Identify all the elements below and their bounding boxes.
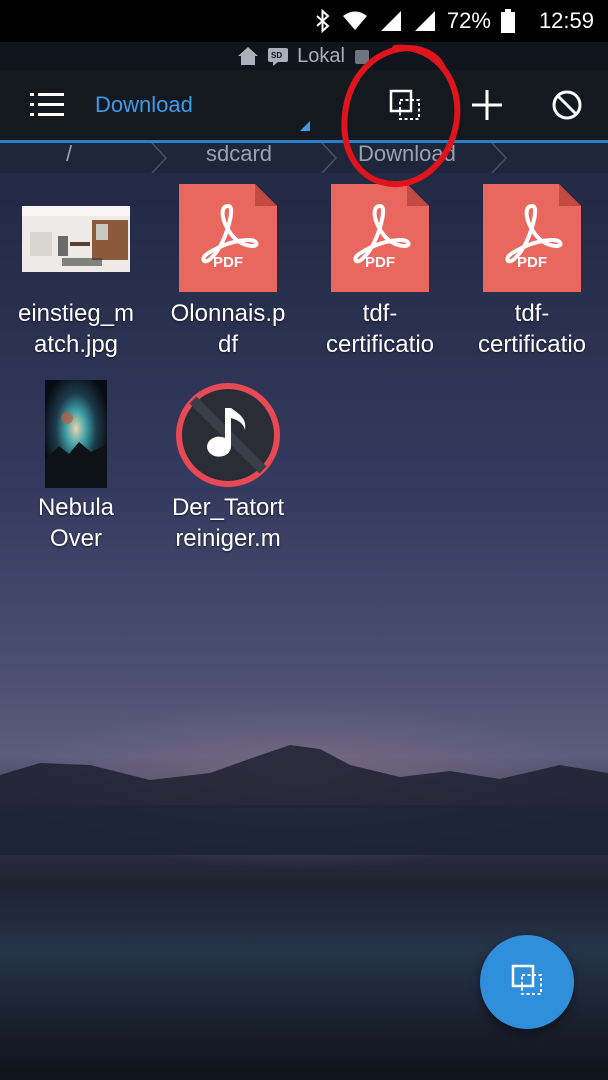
breadcrumb: / sdcard Download: [0, 141, 608, 173]
pdf-badge: PDF: [365, 254, 395, 271]
pdf-file-icon: PDF: [331, 184, 429, 292]
breadcrumb-chevron-icon: [321, 143, 338, 173]
signal-icon: [379, 10, 403, 32]
svg-text:SD: SD: [271, 51, 282, 60]
file-name-line: Nebula: [37, 494, 115, 521]
breadcrumb-download[interactable]: Download: [358, 141, 456, 167]
file-name-line: certificatio: [325, 331, 435, 358]
dropdown-triangle-icon[interactable]: [300, 118, 310, 136]
file-name-line: df: [217, 331, 238, 358]
file-name-line: atch.jpg: [33, 331, 119, 358]
file-name-line: reiniger.m: [175, 525, 281, 552]
toolbar-underline: [0, 140, 608, 143]
breadcrumb-chevron-icon: [151, 143, 168, 173]
location-strip: SD Lokal: [0, 42, 608, 70]
image-thumbnail: [0, 206, 152, 272]
file-name-line: Der_Tatort: [171, 494, 285, 521]
pdf-badge: PDF: [213, 254, 243, 271]
sd-card-icon: SD: [267, 46, 289, 66]
floating-select-button[interactable]: [480, 935, 574, 1029]
bluetooth-icon: [315, 9, 331, 33]
wifi-icon: [341, 10, 369, 32]
home-icon[interactable]: [237, 46, 259, 66]
breadcrumb-chevron-icon: [491, 143, 508, 173]
pdf-file-icon: PDF: [483, 184, 581, 292]
breadcrumb-root[interactable]: /: [66, 141, 72, 167]
image-thumbnail: [0, 380, 152, 488]
status-bar: 72% 12:59: [0, 0, 608, 42]
cancel-icon[interactable]: [550, 88, 584, 127]
pdf-badge: PDF: [517, 254, 547, 271]
add-icon[interactable]: [470, 88, 504, 127]
location-label[interactable]: Lokal: [297, 45, 345, 68]
toolbar: Download: [0, 70, 608, 140]
signal-icon-2: [413, 10, 437, 32]
file-name-line: tdf-: [514, 300, 550, 327]
clock: 12:59: [538, 8, 594, 33]
music-file-icon: [152, 380, 304, 490]
battery-icon: [500, 9, 515, 33]
file-name-line: Olonnais.p: [170, 300, 286, 327]
breadcrumb-sdcard[interactable]: sdcard: [206, 141, 272, 167]
file-name-line: tdf-: [362, 300, 398, 327]
menu-icon[interactable]: [30, 90, 64, 125]
file-name-line: certificatio: [477, 331, 587, 358]
folder-title[interactable]: Download: [95, 92, 193, 118]
battery-percent: 72%: [446, 8, 491, 33]
pdf-file-icon: PDF: [179, 184, 277, 292]
background-mountains: [0, 745, 608, 855]
file-name-line: Over: [49, 525, 102, 552]
storage-icon[interactable]: [353, 46, 371, 66]
multi-select-icon: [510, 963, 544, 1002]
multi-select-icon[interactable]: [388, 88, 422, 127]
file-name-line: einstieg_m: [17, 300, 135, 327]
